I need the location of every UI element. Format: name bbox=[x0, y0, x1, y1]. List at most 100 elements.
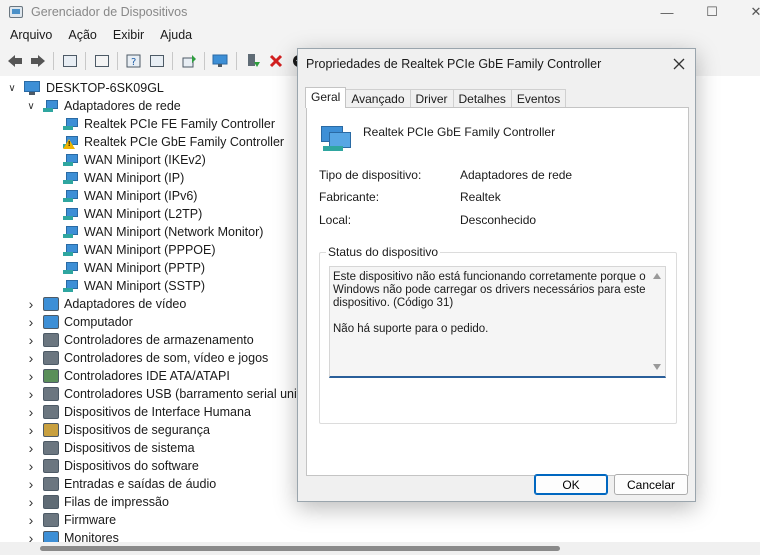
forward-button[interactable] bbox=[27, 50, 49, 72]
chevron-right-icon[interactable]: › bbox=[25, 440, 37, 456]
chevron-down-icon[interactable]: ∨ bbox=[6, 83, 18, 94]
toolbar-separator bbox=[236, 52, 237, 70]
tree-category-row[interactable]: › Monitores bbox=[25, 529, 119, 542]
tree-category-row[interactable]: › Controladores de armazenamento bbox=[25, 331, 254, 349]
tab-geral[interactable]: Geral bbox=[305, 87, 347, 108]
tree-device-row[interactable]: WAN Miniport (PPPOE) bbox=[63, 241, 216, 259]
details-view-icon bbox=[150, 55, 164, 67]
uninstall-device-button[interactable] bbox=[265, 50, 287, 72]
window-view-icon bbox=[63, 55, 77, 67]
menu-exibir[interactable]: Exibir bbox=[103, 26, 150, 46]
category-label: Firmware bbox=[64, 513, 117, 527]
tree-category-row[interactable]: › Dispositivos de sistema bbox=[25, 439, 195, 457]
tree-device-row[interactable]: WAN Miniport (L2TP) bbox=[63, 205, 202, 223]
chevron-right-icon[interactable]: › bbox=[25, 314, 37, 330]
dialog-close-button[interactable] bbox=[669, 54, 689, 74]
chevron-right-icon[interactable]: › bbox=[25, 458, 37, 474]
tree-category-row[interactable]: › Computador bbox=[25, 313, 133, 331]
close-button[interactable]: ✕ bbox=[733, 0, 760, 24]
tree-device-row[interactable]: WAN Miniport (IKEv2) bbox=[63, 151, 206, 169]
cancel-button[interactable]: Cancelar bbox=[614, 474, 688, 495]
chevron-right-icon[interactable]: › bbox=[25, 386, 37, 402]
tree-root-row[interactable]: ∨ DESKTOP-6SK09GL bbox=[6, 79, 164, 97]
menu-ajuda[interactable]: Ajuda bbox=[150, 26, 198, 46]
device-type-label: Tipo de dispositivo: bbox=[319, 168, 422, 182]
scrollbar-thumb[interactable] bbox=[40, 546, 560, 551]
device-label: Realtek PCIe FE Family Controller bbox=[84, 117, 276, 131]
network-adapter-icon bbox=[63, 171, 79, 185]
menu-arquivo[interactable]: Arquivo bbox=[0, 26, 58, 46]
tree-device-row[interactable]: WAN Miniport (Network Monitor) bbox=[63, 223, 263, 241]
chevron-right-icon[interactable]: › bbox=[25, 422, 37, 438]
tree-category-row[interactable]: › Firmware bbox=[25, 511, 116, 529]
tree-category-network[interactable]: ∨ Adaptadores de rede bbox=[25, 97, 180, 115]
manufacturer-value: Realtek bbox=[460, 190, 501, 204]
tree-device-row[interactable]: ! Realtek PCIe GbE Family Controller bbox=[63, 133, 284, 151]
menu-acao[interactable]: Ação bbox=[58, 26, 103, 46]
tree-category-row[interactable]: › Adaptadores de vídeo bbox=[25, 295, 187, 313]
device-label: WAN Miniport (PPTP) bbox=[84, 261, 206, 275]
red-x-icon bbox=[269, 54, 283, 68]
tree-device-row[interactable]: WAN Miniport (IP) bbox=[63, 169, 184, 187]
chevron-right-icon[interactable]: › bbox=[25, 332, 37, 348]
tree-device-row[interactable]: WAN Miniport (SSTP) bbox=[63, 277, 205, 295]
chevron-right-icon[interactable]: › bbox=[25, 476, 37, 492]
computer-icon bbox=[24, 81, 42, 95]
properties-button[interactable] bbox=[91, 50, 113, 72]
chevron-right-icon[interactable]: › bbox=[25, 530, 37, 542]
properties-view-button[interactable] bbox=[59, 50, 81, 72]
device-label: WAN Miniport (Network Monitor) bbox=[84, 225, 264, 239]
tab-eventos[interactable]: Eventos bbox=[510, 89, 567, 108]
maximize-button[interactable]: ☐ bbox=[689, 0, 735, 24]
category-label: Computador bbox=[64, 315, 133, 329]
tree-category-row[interactable]: › Filas de impressão bbox=[25, 493, 169, 511]
tree-category-row[interactable]: › Dispositivos de segurança bbox=[25, 421, 210, 439]
tab-panel-geral: Realtek PCIe GbE Family Controller Tipo … bbox=[306, 107, 689, 476]
scroll-down-icon[interactable] bbox=[653, 364, 661, 370]
device-status-textbox[interactable]: Este dispositivo não está funcionando co… bbox=[329, 266, 666, 378]
update-driver-button[interactable] bbox=[178, 50, 200, 72]
chevron-right-icon[interactable]: › bbox=[25, 512, 37, 528]
window-title: Gerenciador de Dispositivos bbox=[31, 5, 188, 19]
update-driver-icon bbox=[182, 55, 196, 68]
tab-driver[interactable]: Driver bbox=[409, 89, 454, 108]
chevron-right-icon[interactable]: › bbox=[25, 494, 37, 510]
tree-category-row[interactable]: › Dispositivos do software bbox=[25, 457, 199, 475]
scroll-up-icon[interactable] bbox=[653, 273, 661, 279]
help-button[interactable]: ? bbox=[123, 50, 145, 72]
back-button[interactable] bbox=[4, 50, 26, 72]
chevron-right-icon[interactable]: › bbox=[25, 296, 37, 312]
category-icon bbox=[43, 351, 59, 365]
tree-category-row[interactable]: › Controladores USB (barramento serial un… bbox=[25, 385, 314, 403]
toolbar-separator bbox=[85, 52, 86, 70]
tree-category-row[interactable]: › Dispositivos de Interface Humana bbox=[25, 403, 251, 421]
device-status-label: Status do dispositivo bbox=[326, 245, 441, 259]
category-icon bbox=[43, 477, 59, 491]
location-label: Local: bbox=[319, 213, 352, 227]
category-icon bbox=[43, 333, 59, 347]
category-label: Controladores de som, vídeo e jogos bbox=[64, 351, 269, 365]
details-view-button[interactable] bbox=[146, 50, 168, 72]
tree-device-row[interactable]: WAN Miniport (PPTP) bbox=[63, 259, 205, 277]
tree-category-row[interactable]: › Controladores de som, vídeo e jogos bbox=[25, 349, 269, 367]
tree-device-row[interactable]: Realtek PCIe FE Family Controller bbox=[63, 115, 275, 133]
scan-hardware-button[interactable] bbox=[210, 50, 232, 72]
chevron-right-icon[interactable]: › bbox=[25, 350, 37, 366]
tree-category-row[interactable]: › Controladores IDE ATA/ATAPI bbox=[25, 367, 230, 385]
tree-category-row[interactable]: › Entradas e saídas de áudio bbox=[25, 475, 217, 493]
device-label: WAN Miniport (IKEv2) bbox=[84, 153, 206, 167]
tree-device-row[interactable]: WAN Miniport (IPv6) bbox=[63, 187, 197, 205]
enable-device-button[interactable] bbox=[242, 50, 264, 72]
device-status-group: Status do dispositivo Este dispositivo n… bbox=[319, 245, 677, 424]
tab-avancado[interactable]: Avançado bbox=[345, 89, 411, 108]
ok-button[interactable]: OK bbox=[534, 474, 608, 495]
chevron-down-icon[interactable]: ∨ bbox=[25, 101, 37, 112]
manufacturer-label: Fabricante: bbox=[319, 190, 380, 204]
category-icon bbox=[43, 531, 59, 542]
minimize-button[interactable]: — bbox=[644, 0, 690, 24]
chevron-right-icon[interactable]: › bbox=[25, 404, 37, 420]
chevron-right-icon[interactable]: › bbox=[25, 368, 37, 384]
category-icon bbox=[43, 369, 59, 383]
tab-detalhes[interactable]: Detalhes bbox=[452, 89, 512, 108]
horizontal-scrollbar[interactable] bbox=[0, 542, 760, 555]
